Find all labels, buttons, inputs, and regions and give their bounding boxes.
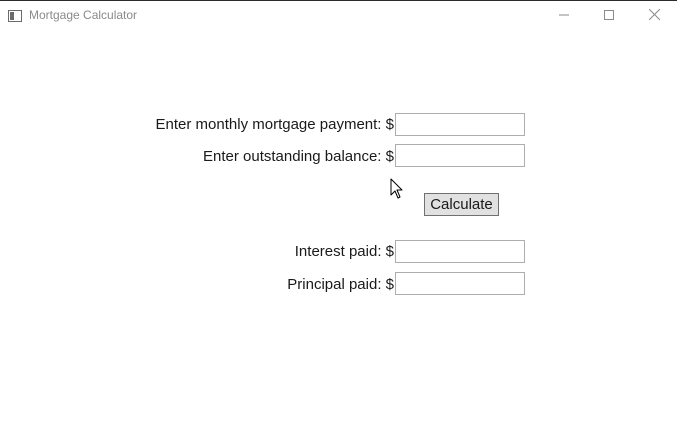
close-icon	[648, 7, 660, 25]
close-button[interactable]	[631, 1, 677, 31]
outstanding-balance-input[interactable]	[395, 144, 525, 167]
maximize-icon	[604, 7, 614, 25]
minimize-button[interactable]	[541, 1, 587, 31]
app-icon	[8, 9, 22, 22]
mouse-cursor-icon	[390, 178, 404, 200]
calculate-button[interactable]: Calculate	[424, 193, 499, 216]
monthly-payment-label: Enter monthly mortgage payment: $	[155, 116, 394, 133]
interest-paid-label: Interest paid: $	[294, 243, 394, 260]
title-bar[interactable]: Mortgage Calculator	[0, 1, 677, 31]
window-title: Mortgage Calculator	[29, 8, 138, 22]
minimize-icon	[559, 7, 569, 25]
interest-paid-field[interactable]	[395, 240, 525, 263]
principal-paid-label: Principal paid: $	[287, 276, 394, 293]
app-window: Mortgage Calculator Enter monthly mortga…	[0, 0, 677, 442]
maximize-button[interactable]	[586, 1, 632, 31]
monthly-payment-input[interactable]	[395, 113, 525, 136]
principal-paid-field[interactable]	[395, 272, 525, 295]
outstanding-balance-label: Enter outstanding balance: $	[203, 148, 394, 165]
